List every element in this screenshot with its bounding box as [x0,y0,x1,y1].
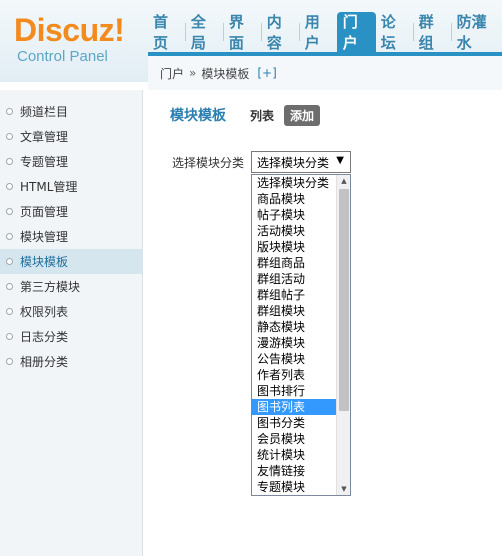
discuz-logo[interactable]: Discuz! Control Panel [14,12,144,72]
top-navigation: 首页 全局 界面 内容 用户 门户 论坛 群组 防灌水 [148,12,502,52]
page-title: 模块模板 [170,108,226,124]
title-row: 模块模板 列表 添加 [170,104,321,126]
nav-groups[interactable]: 群组 [414,12,451,52]
bullet-icon [6,208,13,215]
nav-forum[interactable]: 论坛 [376,12,413,52]
sidebar-item-album-categories[interactable]: 相册分类 [0,349,142,374]
scroll-up-icon[interactable]: ▲ [337,175,350,187]
sidebar-item-permissions[interactable]: 权限列表 [0,299,142,324]
sidebar-item-label: 专题管理 [20,155,69,169]
sidebar-item-label: 频道栏目 [20,105,69,119]
bullet-icon [6,308,13,315]
scroll-down-icon[interactable]: ▼ [337,483,350,495]
sidebar-item-label: 模块模板 [20,255,69,269]
nav-home[interactable]: 首页 [148,12,185,52]
logo-brand: Discuz! [14,12,125,48]
category-field-label: 选择模块分类 [172,156,245,170]
tab-list[interactable]: 列表 [250,107,274,124]
sidebar-item-modules[interactable]: 模块管理 [0,224,142,249]
bullet-icon [6,233,13,240]
sidebar-item-log-categories[interactable]: 日志分类 [0,324,142,349]
breadcrumb: 门户 » 模块模板 [+] [148,52,502,90]
sidebar-item-label: 权限列表 [20,305,69,319]
bullet-icon [6,333,13,340]
sidebar-item-pages[interactable]: 页面管理 [0,199,142,224]
nav-content[interactable]: 内容 [262,12,299,52]
nav-global[interactable]: 全局 [186,12,223,52]
bullet-icon [6,283,13,290]
category-select[interactable]: 选择模块分类 ▼ [251,151,351,173]
bullet-icon [6,158,13,165]
nav-users[interactable]: 用户 [300,12,337,52]
sidebar-item-html[interactable]: HTML管理 [0,174,142,199]
nav-portal[interactable]: 门户 [336,12,376,52]
sidebar-item-label: HTML管理 [20,180,78,194]
logo-subtitle: Control Panel [17,48,108,65]
sidebar-item-topics[interactable]: 专题管理 [0,149,142,174]
scrollbar-thumb[interactable] [339,189,349,411]
dropdown-scrollbar[interactable]: ▲ ▼ [336,175,350,495]
dropdown-arrow-icon: ▼ [336,155,344,166]
sidebar-item-module-templates[interactable]: 模块模板 [0,249,142,274]
sidebar-item-label: 日志分类 [20,330,69,344]
sidebar-item-label: 相册分类 [20,355,69,369]
bullet-icon [6,133,13,140]
breadcrumb-current: 模块模板 [201,66,250,81]
main-content: 模块模板 列表 添加 选择模块分类 选择模块分类 ▼ 选择模块分类 商品模块 帖… [150,90,502,556]
header: Discuz! Control Panel 首页 全局 界面 内容 用户 门户 … [0,0,502,90]
sidebar-item-label: 第三方模块 [20,280,81,294]
category-dropdown-list[interactable]: 选择模块分类 商品模块 帖子模块 活动模块 版块模块 群组商品 群组活动 群组帖… [251,174,351,496]
sidebar-item-label: 页面管理 [20,205,69,219]
breadcrumb-separator: » [189,66,197,80]
sidebar-item-articles[interactable]: 文章管理 [0,124,142,149]
sidebar-item-label: 文章管理 [20,130,69,144]
bullet-icon [6,108,13,115]
select-value: 选择模块分类 [257,155,330,170]
sidebar-item-third-party[interactable]: 第三方模块 [0,274,142,299]
sidebar: 频道栏目 文章管理 专题管理 HTML管理 页面管理 模块管理 模块模板 第三方… [0,90,143,556]
nav-anti-spam[interactable]: 防灌水 [452,12,502,52]
sidebar-list: 频道栏目 文章管理 专题管理 HTML管理 页面管理 模块管理 模块模板 第三方… [0,90,142,374]
bullet-icon [6,183,13,190]
bullet-icon [6,258,13,265]
nav-interface[interactable]: 界面 [224,12,261,52]
sidebar-item-label: 模块管理 [20,230,69,244]
sidebar-item-channels[interactable]: 频道栏目 [0,99,142,124]
bullet-icon [6,358,13,365]
tab-add[interactable]: 添加 [284,104,321,126]
breadcrumb-root[interactable]: 门户 [160,65,184,82]
add-shortcut-button[interactable]: [+] [257,66,276,80]
